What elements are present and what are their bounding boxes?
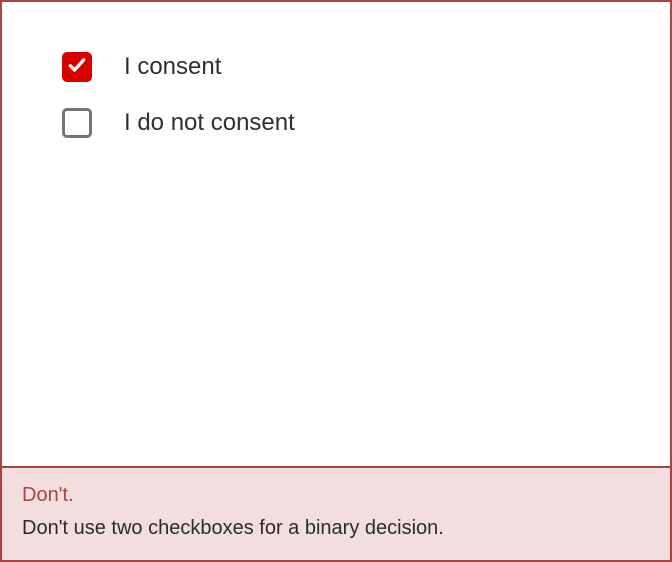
example-card: I consent I do not consent Don't. Don't … (0, 0, 672, 562)
caption-area: Don't. Don't use two checkboxes for a bi… (2, 466, 670, 560)
checkbox-consent[interactable] (62, 52, 92, 82)
example-area: I consent I do not consent (2, 2, 670, 466)
checkbox-not-consent[interactable] (62, 108, 92, 138)
caption-heading: Don't. (22, 484, 650, 507)
checkbox-label-not-consent: I do not consent (124, 109, 295, 137)
checkmark-icon (67, 55, 87, 80)
checkbox-row-consent: I consent (62, 52, 610, 82)
checkbox-row-not-consent: I do not consent (62, 108, 610, 138)
checkbox-label-consent: I consent (124, 53, 221, 81)
caption-text: Don't use two checkboxes for a binary de… (22, 517, 650, 540)
